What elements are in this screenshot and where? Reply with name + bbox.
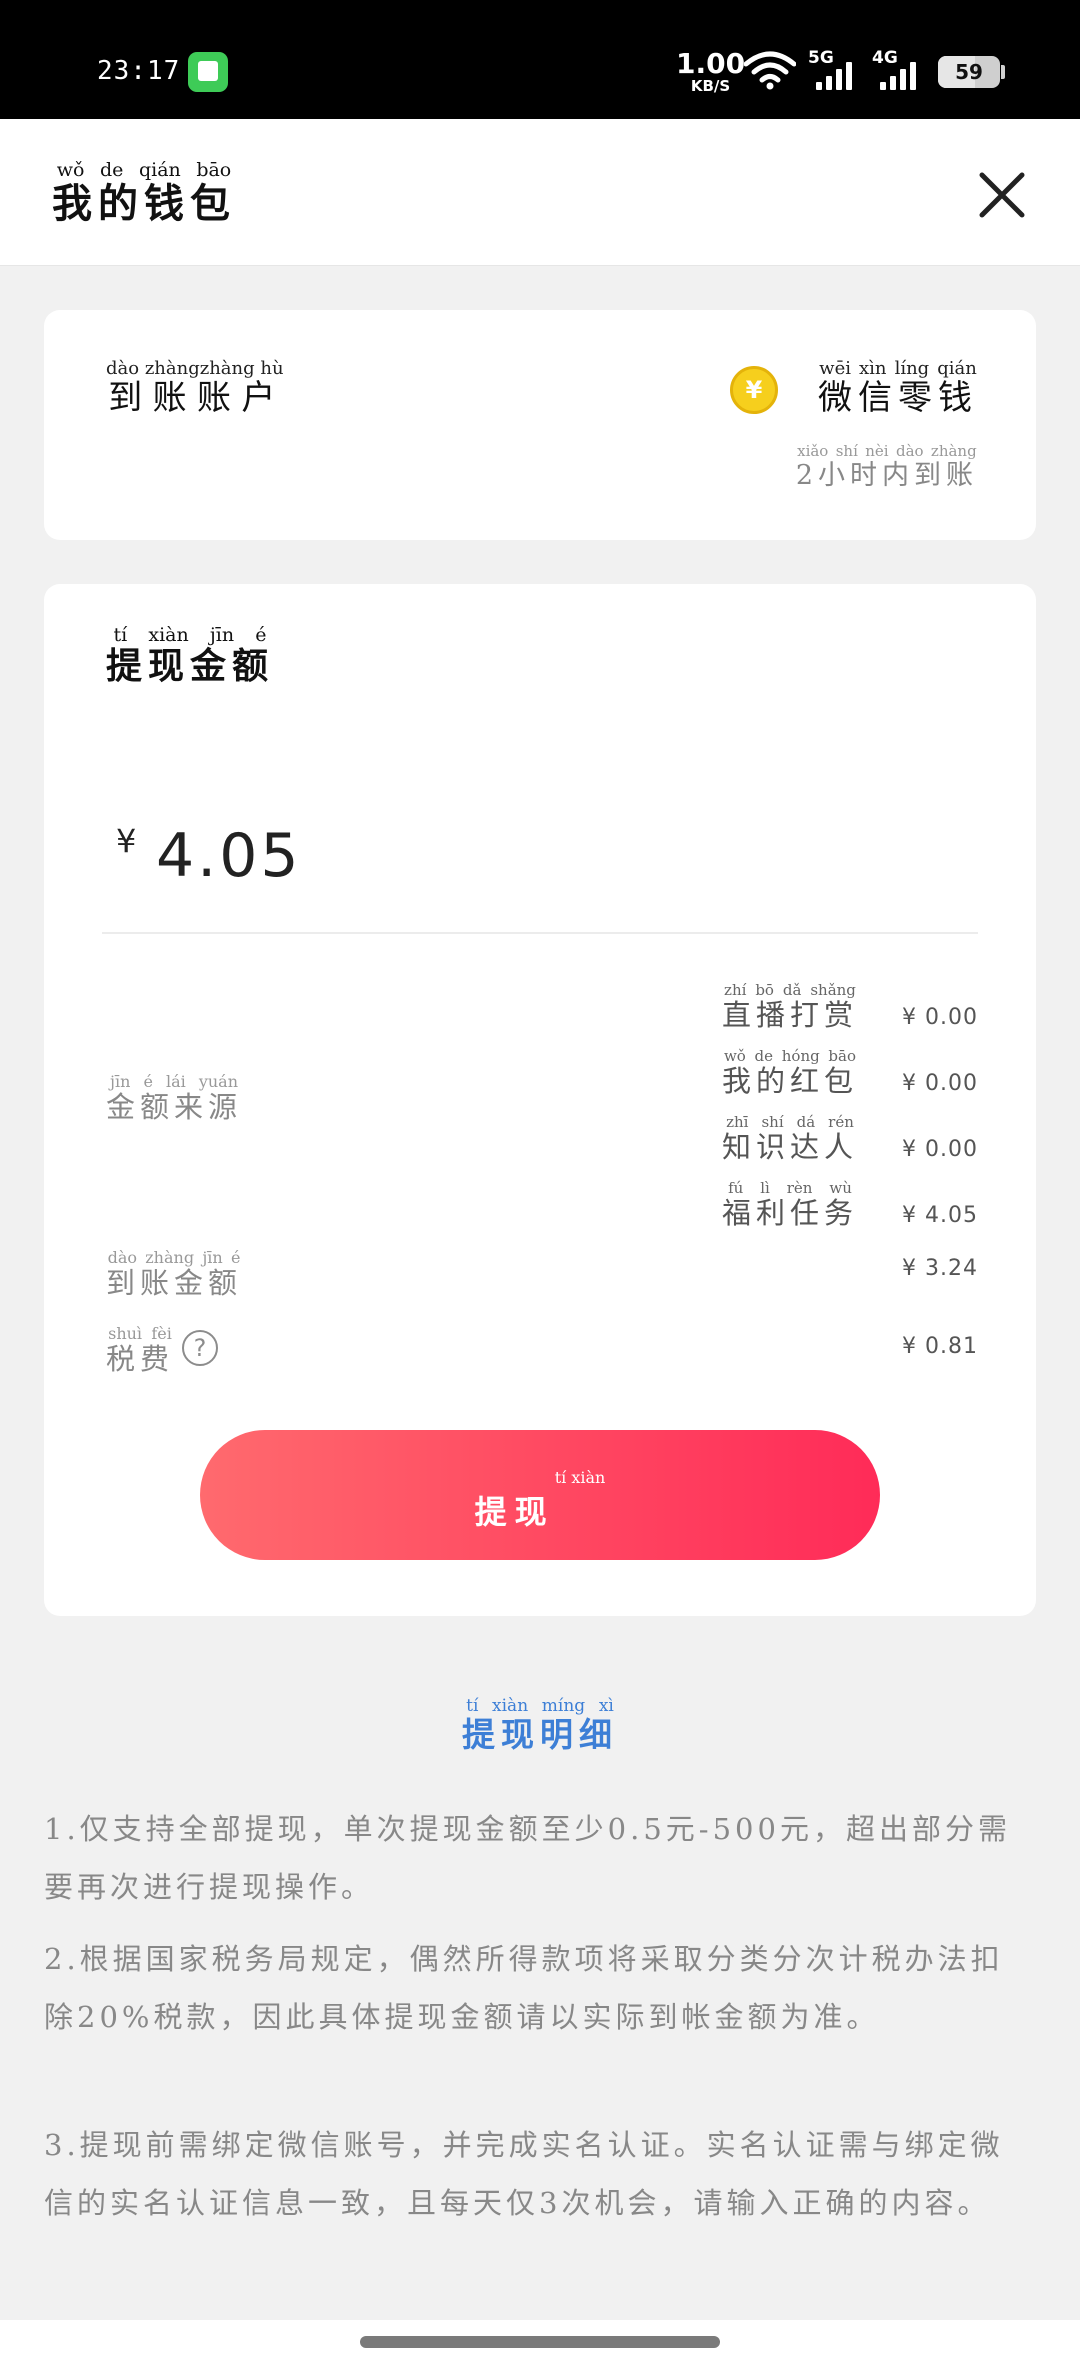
- status-time: 23:17: [97, 56, 181, 86]
- navigation-bar: [0, 2320, 1080, 2373]
- home-indicator[interactable]: [360, 2336, 720, 2348]
- currency-symbol: ¥: [116, 822, 137, 860]
- network-speed-value: 1.00: [676, 47, 746, 80]
- wifi-icon: [744, 51, 796, 90]
- withdraw-button-label: 提现tí xiàn: [474, 1468, 606, 1531]
- header: 我的钱包wǒ de qián bāo: [0, 119, 1080, 266]
- battery-tip: [1001, 65, 1005, 79]
- arrival-time-note: 2小时内到账xiǎo shí nèi dào zhàng: [795, 442, 978, 491]
- amount-title: 提现金额tí xiàn jīn é: [106, 624, 275, 687]
- close-icon[interactable]: [974, 167, 1030, 223]
- network-speed: 1.00 KB/S: [676, 50, 745, 94]
- wechat-wallet-option[interactable]: 微信零钱wēi xìn líng qián: [818, 358, 978, 419]
- message-app-icon: [188, 52, 228, 92]
- battery-icon: 59: [938, 56, 1000, 88]
- amount-input[interactable]: [156, 816, 976, 896]
- divider: [102, 932, 978, 934]
- coin-icon: ¥: [730, 366, 778, 414]
- tax-label: 税费shuì fèi: [106, 1324, 175, 1376]
- arrival-amount-label: 到账金额dào zhàng jīn é: [106, 1248, 243, 1300]
- amount-card: 提现金额tí xiàn jīn é ¥ 金额来源jīn é lái yuán 直…: [44, 584, 1036, 1616]
- page-title: 我的钱包wǒ de qián bāo: [52, 159, 236, 227]
- battery-level: 59: [955, 60, 983, 84]
- source-value: ¥ 0.00: [902, 1071, 978, 1096]
- tax-value: ¥ 0.81: [902, 1334, 978, 1359]
- source-name: 知识达人zhī shí dá rén: [721, 1113, 858, 1164]
- status-bar: 23:17 1.00 KB/S 5G 4G 59: [0, 0, 1080, 119]
- source-value: ¥ 4.05: [902, 1203, 978, 1228]
- arrival-amount-value: ¥ 3.24: [902, 1256, 978, 1281]
- account-card: 到账账户dào zhàngzhàng hù ¥ 微信零钱wēi xìn líng…: [44, 310, 1036, 540]
- rule-item: 2.根据国家税务局规定，偶然所得款项将采取分类分次计税办法扣除20%税款，因此具…: [44, 1942, 1004, 2034]
- source-name: 我的红包wǒ de hóng bāo: [721, 1047, 858, 1098]
- source-value: ¥ 0.00: [902, 1137, 978, 1162]
- help-icon[interactable]: ?: [182, 1330, 218, 1366]
- source-name: 直播打赏zhí bō dǎ shǎng: [721, 981, 858, 1032]
- rule-item: 1.仅支持全部提现，单次提现金额至少0.5元-500元，超出部分需要再次进行提现…: [44, 1812, 1011, 1904]
- source-name: 福利任务fú lì rèn wù: [721, 1179, 858, 1230]
- withdraw-button[interactable]: 提现tí xiàn: [200, 1430, 880, 1560]
- withdraw-details-title: 提现明细tí xiàn míng xì: [462, 1696, 618, 1754]
- account-label: 到账账户dào zhàngzhàng hù: [106, 358, 284, 418]
- network-speed-unit: KB/S: [690, 77, 731, 95]
- amount-source-label: 金额来源jīn é lái yuán: [106, 1072, 243, 1124]
- rule-item: 3.提现前需绑定微信账号，并完成实名认证。实名认证需与绑定微信的实名认证信息一致…: [44, 2128, 1004, 2220]
- source-value: ¥ 0.00: [902, 1005, 978, 1030]
